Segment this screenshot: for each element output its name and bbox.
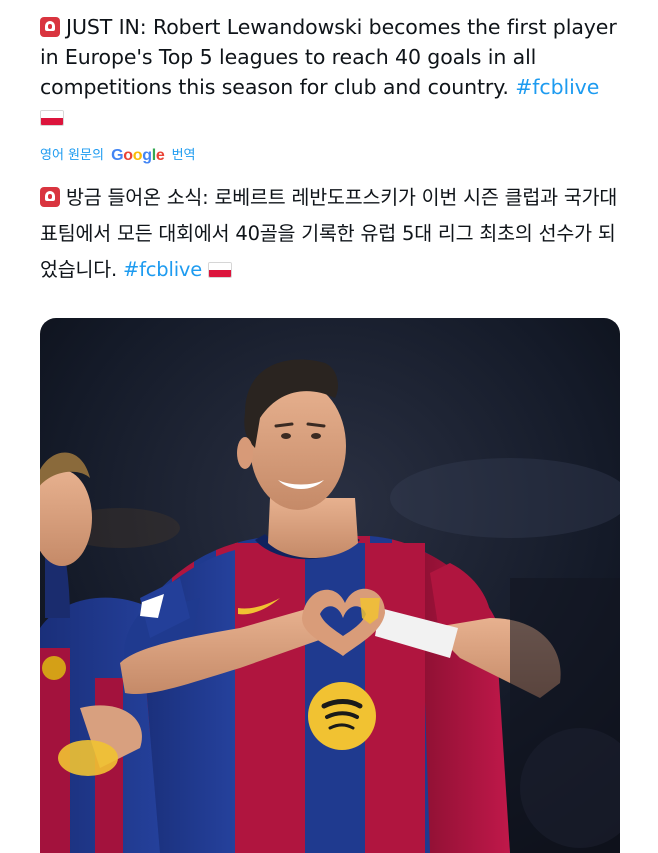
- hashtag-link[interactable]: #fcblive: [515, 75, 599, 99]
- siren-icon: [40, 17, 60, 37]
- siren-icon: [40, 187, 60, 207]
- translated-text: 방금 들어온 소식: 로베르트 레반도프스키가 이번 시즌 클럽과 국가대표팀에…: [40, 180, 630, 288]
- poland-flag-icon: [40, 110, 64, 126]
- tweet-text: JUST IN: Robert Lewandowski becomes the …: [40, 12, 630, 130]
- tweet-photo[interactable]: [40, 318, 620, 853]
- hashtag-link[interactable]: #fcblive: [123, 258, 202, 281]
- translate-label[interactable]: 영어 원문의 Google 번역: [40, 146, 196, 166]
- translate-label-after: 번역: [171, 148, 196, 163]
- translate-label-before: 영어 원문의: [40, 148, 104, 163]
- player-photo-illustration: [40, 318, 620, 853]
- google-logo: Google: [111, 147, 165, 164]
- poland-flag-icon: [208, 262, 233, 278]
